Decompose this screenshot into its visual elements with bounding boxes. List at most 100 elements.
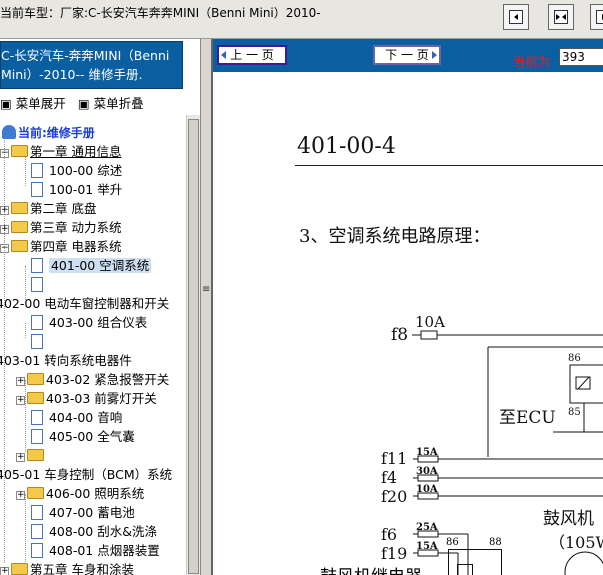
sidebar: C-长安汽车-奔奔MINI（Benni Mini）-2010-- 维修手册. ▣…	[0, 39, 201, 575]
tree-subgroup[interactable]: +406-00 照明系统	[16, 484, 144, 503]
header-rule	[295, 165, 603, 166]
svg-text:86: 86	[568, 353, 581, 364]
svg-text:f4: f4	[381, 468, 397, 487]
expand-icon[interactable]: +	[16, 453, 25, 462]
fuse-label: f8	[391, 325, 408, 345]
current-page-label: 当前为	[513, 54, 551, 69]
sidebar-scrollbar[interactable]	[186, 115, 200, 575]
arrow-left-icon	[221, 51, 226, 59]
prev-page-button[interactable]: 上 一 页	[217, 45, 287, 65]
manual-root-icon	[2, 125, 16, 139]
folder-icon	[11, 563, 28, 575]
folder-icon	[27, 373, 44, 385]
manual-header: C-长安汽车-奔奔MINI（Benni Mini）-2010-- 维修手册.	[0, 41, 183, 89]
svg-text:f20: f20	[381, 487, 407, 506]
fit-page-tool-button[interactable]	[548, 4, 574, 30]
tree-subgroup[interactable]: +403-03 前雾灯开关	[16, 389, 157, 408]
vehicle-title: 当前车型：厂家:C-长安汽车奔奔MINI（Benni Mini）2010-	[0, 6, 321, 20]
document-icon	[31, 277, 43, 292]
blower-label: 鼓风机	[543, 509, 594, 529]
prev-page-icon	[509, 10, 523, 24]
circuit-diagram: f8 10A 86 85 至ECU f11 f4 f20 f6 f19 15A …	[381, 313, 603, 575]
collapse-menu-link[interactable]: ▣ 菜单折叠	[78, 96, 150, 111]
tree-chapter-4[interactable]: − 第四章 电器系统	[0, 237, 121, 256]
tree-item[interactable]: 404-00 音响	[31, 408, 122, 427]
tree-item-selected[interactable]: 401-00 空调系统	[31, 256, 152, 275]
document-icon	[31, 429, 43, 444]
splitter-handle[interactable]: ≡	[201, 39, 211, 575]
expand-icon[interactable]: +	[0, 567, 9, 575]
current-page-input[interactable]	[559, 48, 603, 66]
document-icon	[31, 410, 43, 425]
relay-area: 鼓风机继电器 86 88	[213, 532, 603, 575]
section-title: 3、空调系统电路原理：	[299, 226, 491, 247]
page-number: 401-00-4	[297, 134, 396, 159]
prev-page-tool-button[interactable]	[503, 4, 529, 30]
page-nav-bar: 上 一 页 下 一 页 当前为	[213, 39, 603, 72]
folder-icon	[27, 487, 44, 499]
tree-group-402[interactable]: 402-00 电动车窗控制器和开关	[0, 294, 169, 313]
blower-relay-box	[448, 549, 502, 575]
expand-icon[interactable]: +	[16, 491, 25, 500]
tree-item[interactable]: 100-01 举升	[31, 180, 122, 199]
top-bar: 当前车型：厂家:C-长安汽车奔奔MINI（Benni Mini）2010-	[0, 0, 603, 39]
scrollbar-thumb[interactable]	[188, 119, 199, 574]
tree-root[interactable]: 当前:维修手册	[2, 123, 95, 142]
document-icon	[31, 163, 43, 178]
manual-header-line-1: C-长安汽车-奔奔MINI（Benni	[1, 48, 170, 63]
document-icon	[31, 334, 43, 349]
relay-coil-icon	[457, 564, 473, 575]
folder-icon	[27, 392, 44, 404]
collapse-icon[interactable]: −	[0, 244, 9, 253]
tree-item-blank[interactable]	[31, 332, 45, 351]
tree-chapter-5[interactable]: + 第五章 车身和涂装	[0, 560, 134, 575]
fuse-symbol	[420, 330, 438, 340]
tree-chapter-2[interactable]: + 第二章 底盘	[0, 199, 96, 218]
tree-item[interactable]: 403-00 组合仪表	[31, 313, 147, 332]
manual-header-line-2: Mini）-2010-- 维修手册.	[1, 67, 143, 82]
expand-icon[interactable]: +	[0, 206, 9, 215]
folder-open-icon	[11, 240, 28, 252]
folder-open-icon	[11, 145, 28, 157]
document-icon	[31, 505, 43, 520]
grip-icon: ≡	[202, 284, 211, 295]
next-page-icon	[596, 10, 603, 24]
folder-icon	[11, 221, 28, 233]
tree-subgroup-blank[interactable]: +	[16, 446, 46, 465]
tree-item[interactable]: 405-00 全气囊	[31, 427, 135, 446]
folder-icon	[11, 202, 28, 214]
document-icon	[31, 315, 43, 330]
collapse-icon[interactable]: −	[0, 149, 9, 158]
expand-icon[interactable]: +	[16, 396, 25, 405]
fit-page-icon	[554, 10, 568, 24]
arrow-right-icon	[432, 51, 437, 59]
main-panel: 上 一 页 下 一 页 当前为 401-00-4 3、空调系统电路原理： f8 …	[211, 39, 603, 575]
ecu-label: 至ECU	[499, 408, 556, 428]
tree-item[interactable]: 408-01 点烟器装置	[31, 541, 160, 560]
svg-text:f11: f11	[381, 449, 407, 468]
tree-item[interactable]: 408-00 刮水&洗涤	[31, 522, 157, 541]
tree-subgroup[interactable]: +403-02 紧急报警开关	[16, 370, 169, 389]
expand-icon[interactable]: +	[0, 225, 9, 234]
document-icon	[31, 258, 43, 273]
next-page-button[interactable]: 下 一 页	[373, 45, 441, 65]
document-icon	[31, 182, 43, 197]
svg-text:85: 85	[568, 407, 581, 418]
next-page-tool-button[interactable]	[590, 4, 603, 30]
tree-group-403[interactable]: 403-01 转向系统电器件	[0, 351, 132, 370]
tree-item-blank[interactable]	[31, 275, 45, 294]
document-icon	[31, 543, 43, 558]
folder-icon	[27, 449, 44, 461]
tree-chapter-3[interactable]: + 第三章 动力系统	[0, 218, 121, 237]
relay-label: 鼓风机继电器	[320, 562, 422, 575]
tree-item[interactable]: 100-00 综述	[31, 161, 122, 180]
tree-chapter-1[interactable]: − 第一章 通用信息	[0, 142, 121, 161]
menu-controls: ▣ 菜单展开 ▣ 菜单折叠	[0, 93, 183, 113]
fuse-rating: 10A	[415, 313, 445, 331]
tree-item[interactable]: 407-00 蓄电池	[31, 503, 135, 522]
document-icon	[31, 524, 43, 539]
manual-page: 401-00-4 3、空调系统电路原理： f8 10A 86 85 至ECU f…	[213, 72, 603, 575]
expand-icon[interactable]: +	[16, 377, 25, 386]
expand-menu-link[interactable]: ▣ 菜单展开	[0, 96, 72, 111]
tree-group-405[interactable]: 405-01 车身控制（BCM）系统	[0, 465, 172, 484]
